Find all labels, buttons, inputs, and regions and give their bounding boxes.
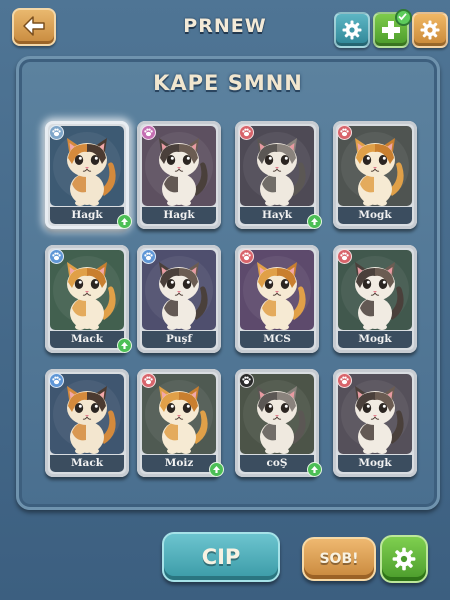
upgrade-badge <box>117 338 132 353</box>
panel-title: KAPE SMNN <box>153 71 303 95</box>
arrow-up-icon <box>311 466 318 473</box>
arrow-up-icon <box>311 218 318 225</box>
game-screen: PRNEW KAPE SMNN Hagk Hagk Hayk Mogk Mack… <box>0 0 450 600</box>
screen-title: PRNEW <box>183 15 267 37</box>
paw-badge <box>337 125 352 140</box>
cat-name: coŞ <box>240 455 314 472</box>
back-button[interactable] <box>12 8 56 46</box>
paw-badge <box>49 125 64 140</box>
cat-card[interactable]: Hagk <box>137 121 221 229</box>
cat-name: Hagk <box>142 207 216 224</box>
paw-icon <box>242 252 251 261</box>
cat-card[interactable]: Hayk <box>235 121 322 229</box>
gear-icon <box>392 547 416 571</box>
paw-badge <box>239 373 254 388</box>
settings-button-green[interactable] <box>380 535 428 583</box>
paw-icon <box>144 252 153 261</box>
cat-card[interactable]: Mack <box>45 245 132 353</box>
cat-name: Mogk <box>338 331 412 348</box>
notification-badge <box>395 9 412 26</box>
paw-icon <box>340 128 349 137</box>
paw-icon <box>52 376 61 385</box>
checkmark-icon <box>398 13 407 21</box>
paw-badge <box>337 249 352 264</box>
cat-collection-panel: KAPE SMNN Hagk Hagk Hayk Mogk Mack Puşf MCS Mog… <box>16 56 440 510</box>
cat-card[interactable]: Mogk <box>333 245 417 353</box>
paw-badge <box>141 373 156 388</box>
cat-name: Mack <box>50 331 124 348</box>
arrow-up-icon <box>121 218 128 225</box>
cat-name: Hagk <box>50 207 124 224</box>
top-bar: PRNEW <box>0 0 450 56</box>
upgrade-badge <box>117 214 132 229</box>
upgrade-badge <box>209 462 224 477</box>
cat-name: Mogk <box>338 455 412 472</box>
settings-button-orange[interactable] <box>412 12 448 48</box>
paw-badge <box>337 373 352 388</box>
back-arrow-icon <box>23 16 45 36</box>
settings-button-teal[interactable] <box>334 12 370 48</box>
cat-card[interactable]: coŞ <box>235 369 322 477</box>
paw-icon <box>242 376 251 385</box>
arrow-up-icon <box>121 342 128 349</box>
paw-icon <box>144 128 153 137</box>
upgrade-badge <box>307 462 322 477</box>
paw-badge <box>49 249 64 264</box>
paw-icon <box>52 252 61 261</box>
paw-badge <box>141 125 156 140</box>
paw-icon <box>340 376 349 385</box>
cat-card[interactable]: Mogk <box>333 121 417 229</box>
paw-badge <box>239 125 254 140</box>
cat-card[interactable]: Hagk <box>45 121 132 229</box>
secondary-action-button[interactable]: SOB! <box>302 537 376 581</box>
cat-name: Hayk <box>240 207 314 224</box>
cat-card[interactable]: Moiz <box>137 369 224 477</box>
paw-icon <box>340 252 349 261</box>
cat-name: Puşf <box>142 331 216 348</box>
paw-badge <box>239 249 254 264</box>
cat-card[interactable]: Mack <box>45 369 129 477</box>
cat-name: Mack <box>50 455 124 472</box>
cat-card[interactable]: Puşf <box>137 245 221 353</box>
upgrade-badge <box>307 214 322 229</box>
cat-name: Moiz <box>142 455 216 472</box>
add-button[interactable] <box>373 9 412 48</box>
cat-card[interactable]: MCS <box>235 245 319 353</box>
paw-icon <box>52 128 61 137</box>
arrow-up-icon <box>213 466 220 473</box>
gear-icon <box>342 20 362 40</box>
gear-icon <box>420 20 440 40</box>
cat-name: MCS <box>240 331 314 348</box>
primary-action-button[interactable]: CIP <box>162 532 280 582</box>
cat-card[interactable]: Mogk <box>333 369 417 477</box>
cat-name: Mogk <box>338 207 412 224</box>
paw-icon <box>144 376 153 385</box>
paw-badge <box>49 373 64 388</box>
paw-icon <box>242 128 251 137</box>
paw-badge <box>141 249 156 264</box>
